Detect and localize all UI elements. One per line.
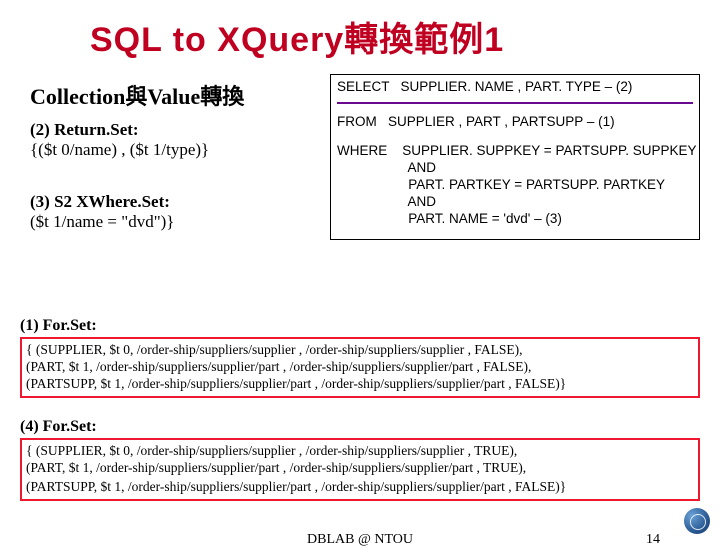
- sql-select: SELECT SUPPLIER. NAME , PART. TYPE – (2): [337, 79, 693, 96]
- forset1-line2: (PART, $t 1, /order-ship/suppliers/suppl…: [26, 359, 694, 376]
- left-definitions: (2) Return.Set: {($t 0/name) , ($t 1/typ…: [30, 120, 290, 264]
- where-set-block: (3) S2 XWhere.Set: ($t 1/name = "dvd")}: [30, 192, 290, 232]
- sql-where-line3: PART. PARTKEY = PARTSUPP. PARTKEY: [337, 177, 693, 194]
- forset-1-head: (1) For.Set:: [20, 317, 700, 335]
- forset4-line1: { (SUPPLIER, $t 0, /order-ship/suppliers…: [26, 443, 694, 460]
- forset4-line3: (PARTSUPP, $t 1, /order-ship/suppliers/s…: [26, 479, 694, 496]
- forset-1-section: (1) For.Set: { (SUPPLIER, $t 0, /order-s…: [20, 317, 700, 398]
- return-set-body: {($t 0/name) , ($t 1/type)}: [30, 140, 290, 160]
- forset-4-body: { (SUPPLIER, $t 0, /order-ship/suppliers…: [20, 438, 700, 502]
- forset4-line2: (PART, $t 1, /order-ship/suppliers/suppl…: [26, 460, 694, 477]
- slide-title: SQL to XQuery轉換範例1: [0, 0, 720, 69]
- sql-where-line5: PART. NAME = 'dvd' – (3): [337, 211, 693, 228]
- forset-4-highlight: { (SUPPLIER, $t 0, /order-ship/suppliers…: [20, 438, 700, 480]
- where-set-body: ($t 1/name = "dvd")}: [30, 212, 290, 232]
- return-set-head: (2) Return.Set:: [30, 120, 290, 140]
- forset-1-body: { (SUPPLIER, $t 0, /order-ship/suppliers…: [20, 337, 700, 398]
- sql-statement-box: SELECT SUPPLIER. NAME , PART. TYPE – (2)…: [330, 74, 700, 240]
- return-set-block: (2) Return.Set: {($t 0/name) , ($t 1/typ…: [30, 120, 290, 160]
- forset-4-rest: (PARTSUPP, $t 1, /order-ship/suppliers/s…: [20, 479, 700, 501]
- page-number: 14: [646, 532, 660, 548]
- logo-icon: [684, 508, 710, 534]
- forset1-line3: (PARTSUPP, $t 1, /order-ship/suppliers/s…: [26, 376, 694, 393]
- sql-where-line4: AND: [337, 194, 693, 211]
- sql-from: FROM SUPPLIER , PART , PARTSUPP – (1): [337, 114, 693, 131]
- sql-where-line1: WHERE SUPPLIER. SUPPKEY = PARTSUPP. SUPP…: [337, 143, 693, 160]
- sql-where-line2: AND: [337, 160, 693, 177]
- forset1-line1: { (SUPPLIER, $t 0, /order-ship/suppliers…: [26, 342, 694, 359]
- footer-center: DBLAB @ NTOU: [307, 532, 413, 548]
- forset-4-head: (4) For.Set:: [20, 418, 700, 436]
- where-set-head: (3) S2 XWhere.Set:: [30, 192, 290, 212]
- forset-4-section: (4) For.Set: { (SUPPLIER, $t 0, /order-s…: [20, 418, 700, 502]
